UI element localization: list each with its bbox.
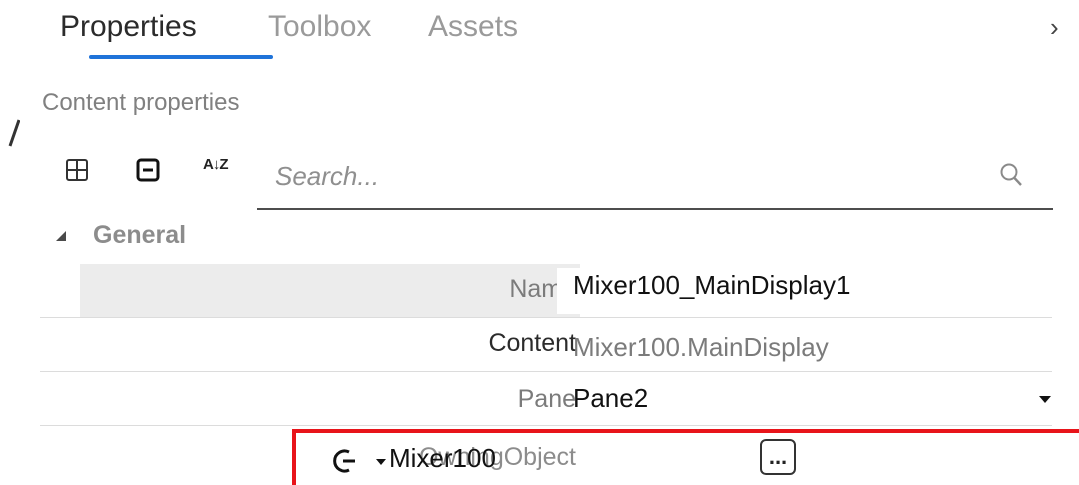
category-general[interactable]: General — [40, 214, 1050, 259]
property-label-cell: Content — [80, 318, 580, 371]
pane-dropdown[interactable]: Pane2 — [547, 372, 1052, 425]
panel-tabs: Properties Toolbox Assets › — [40, 0, 1060, 75]
property-row-name[interactable]: Name Mixer100_MainDisplay1 — [40, 264, 1052, 318]
tab-properties[interactable]: Properties — [60, 10, 197, 44]
expand-all-icon[interactable] — [65, 158, 89, 182]
sort-alphabetical-icon[interactable]: A↓Z — [203, 156, 228, 173]
property-value-cell: Mixer100_MainDisplay1 — [547, 264, 1052, 317]
collapse-all-icon[interactable] — [136, 158, 160, 182]
tab-assets[interactable]: Assets — [428, 10, 518, 44]
property-value[interactable]: Mixer100_MainDisplay1 — [573, 270, 850, 301]
property-value-cell: Mixer100.MainDisplay — [547, 318, 1052, 371]
edge-fragment-icon — [8, 119, 20, 147]
search-icon[interactable] — [999, 162, 1023, 188]
expanded-triangle-icon[interactable] — [55, 230, 67, 242]
property-value[interactable]: Mixer100 — [389, 443, 496, 474]
chevron-down-icon[interactable] — [375, 458, 387, 467]
property-row-pane[interactable]: Pane Pane2 — [40, 372, 1052, 426]
property-row-content[interactable]: Content Mixer100.MainDisplay — [40, 318, 1052, 372]
property-label-cell: Name — [80, 264, 580, 317]
category-label: General — [93, 221, 187, 249]
link-refresh-icon[interactable] — [330, 446, 358, 476]
chevron-right-icon[interactable]: › — [1050, 12, 1059, 43]
tab-toolbox[interactable]: Toolbox — [268, 10, 371, 44]
highlight-box: Mixer100 ... — [292, 429, 1079, 485]
search-box — [257, 150, 1053, 210]
browse-button[interactable]: ... — [760, 439, 796, 475]
section-title: Content properties — [42, 89, 240, 116]
dropdown-arrow-icon[interactable] — [1038, 395, 1052, 405]
search-input[interactable] — [275, 156, 975, 196]
property-value: Mixer100.MainDisplay — [573, 332, 829, 362]
property-value[interactable]: Pane2 — [573, 383, 648, 414]
active-tab-indicator — [89, 55, 273, 59]
property-label-cell: Pane — [80, 372, 580, 425]
